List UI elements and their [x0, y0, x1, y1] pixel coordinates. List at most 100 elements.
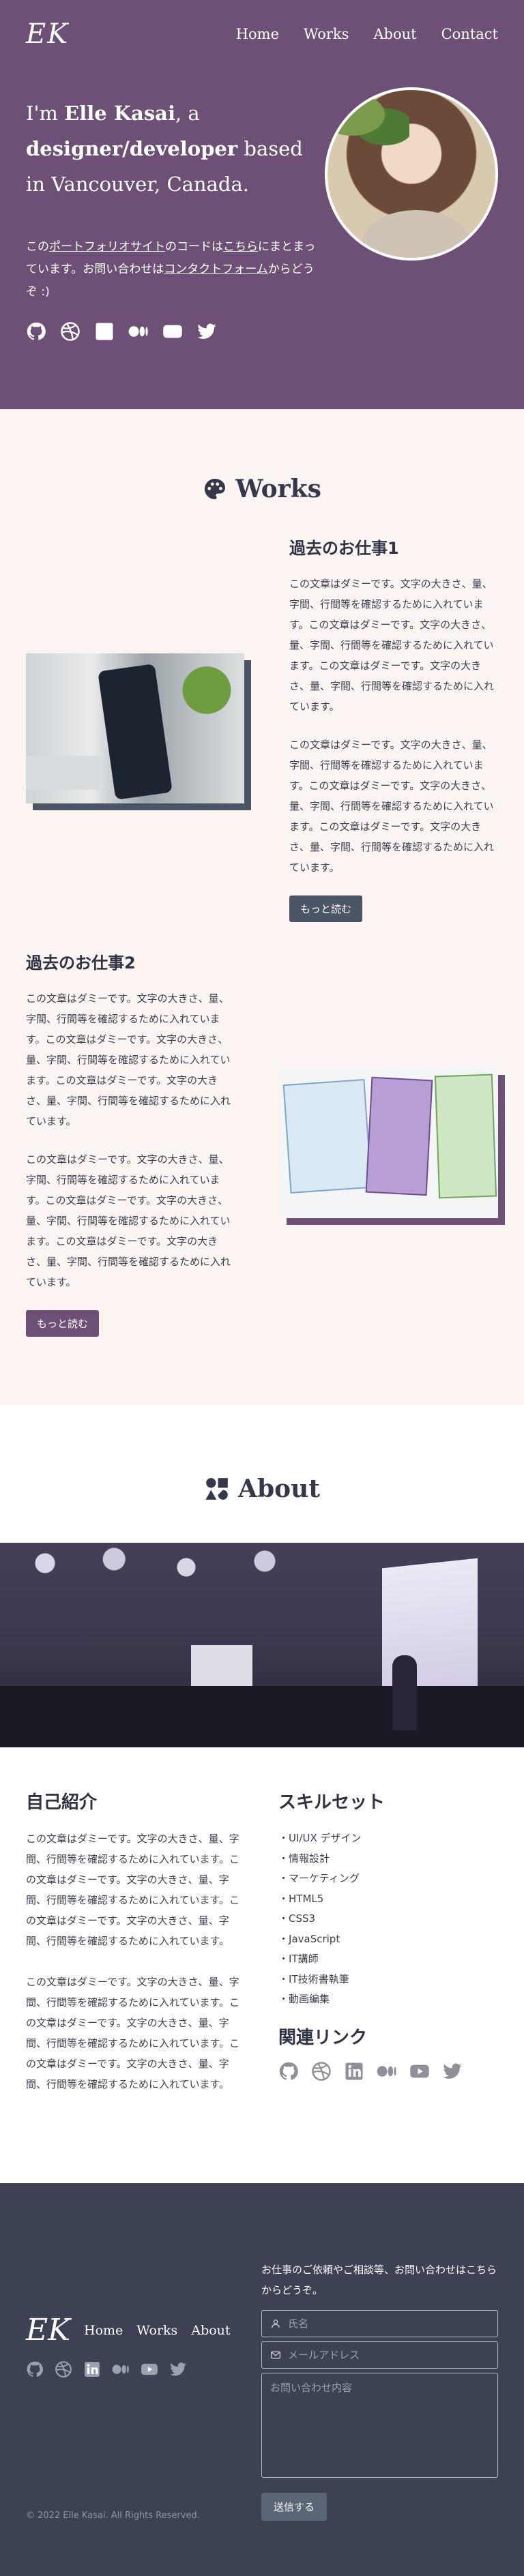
linkedin-icon[interactable] [344, 2061, 364, 2084]
phone-mockup [98, 664, 173, 800]
about-title: About [0, 1475, 524, 1503]
works-title: Works [26, 475, 498, 503]
hero-desc-text-2: のコードは [165, 240, 223, 254]
email-field [261, 2341, 498, 2369]
contact-form: お仕事のご依頼やご相談等、お問い合わせはこちらからどうぞ。 送信する [261, 2260, 498, 2521]
work-2-title: 過去のお仕事2 [26, 953, 136, 973]
name-input[interactable] [288, 2318, 489, 2330]
about-skills: スキルセット UI/UX デザイン 情報設計 マーケティング HTML5 CSS… [278, 1788, 498, 2115]
skill-item: JavaScript [278, 1929, 498, 1950]
audience-silhouettes [0, 1686, 524, 1747]
github-icon[interactable] [26, 2360, 44, 2381]
dribbble-icon[interactable] [60, 321, 81, 344]
work-2-paragraph-1: この文章はダミーです。文字の大きさ、量、字間、行間等を確認するために入れています… [26, 992, 231, 1127]
medium-icon[interactable] [128, 321, 149, 344]
linkedin-icon[interactable] [94, 321, 115, 344]
work-2-text: 過去のお仕事2 この文章はダミーです。文字の大きさ、量、字間、行間等を確認するた… [26, 949, 235, 1337]
portfolio-site-link[interactable]: ポートフォリオサイト [49, 240, 165, 254]
skill-item: マーケティング [278, 1869, 498, 1889]
hero-title-prefix: I'm [26, 102, 65, 125]
nav-contact-link[interactable]: Contact [441, 26, 498, 42]
copyright-text: © 2022 Elle Kasai. All Rights Reserved. [26, 2511, 200, 2521]
related-links-title: 関連リンク [278, 2027, 368, 2048]
nav-about-link[interactable]: About [373, 26, 416, 42]
work-1-title: 過去のお仕事1 [289, 539, 399, 558]
work-2-image [280, 1068, 505, 1225]
hero-social-links [26, 321, 319, 344]
hero-title-mid: , a [175, 102, 200, 125]
work-2-read-more-button[interactable]: もっと読む [26, 1310, 100, 1337]
email-input[interactable] [288, 2349, 489, 2361]
work-item-2: 過去のお仕事2 この文章はダミーです。文字の大きさ、量、字間、行間等を確認するた… [26, 949, 505, 1337]
skill-item: UI/UX デザイン [278, 1829, 498, 1849]
footer-about-link[interactable]: About [191, 2323, 230, 2338]
skill-item: 情報設計 [278, 1849, 498, 1869]
dribbble-icon[interactable] [55, 2360, 72, 2381]
work-1-read-more-button[interactable]: もっと読む [289, 895, 363, 922]
github-icon[interactable] [26, 321, 46, 344]
intro-title: 自己紹介 [26, 1792, 98, 1813]
work-item-1: 過去のお仕事1 この文章はダミーです。文字の大きさ、量、字間、行間等を確認するた… [26, 535, 498, 922]
about-header: About [0, 1405, 524, 1543]
linkedin-icon[interactable] [83, 2360, 101, 2381]
hero-title-name: Elle Kasai [64, 102, 175, 125]
related-links-icons [278, 2061, 498, 2084]
send-button[interactable]: 送信する [261, 2493, 328, 2521]
about-section: About 自己紹介 この文章はダミーです。文字の大きさ、量、字間、行間等を確認… [0, 1405, 524, 2183]
wireframe-sketch-1 [282, 1079, 373, 1194]
work-1-text: 過去のお仕事1 この文章はダミーです。文字の大きさ、量、字間、行間等を確認するた… [289, 535, 498, 922]
code-here-link[interactable]: こちら [223, 240, 258, 254]
skill-item: IT講師 [278, 1949, 498, 1970]
nav-home-link[interactable]: Home [236, 26, 279, 42]
skill-item: IT技術書執筆 [278, 1970, 498, 1990]
wireframe-sketch-3 [434, 1074, 497, 1199]
footer: EK Home Works About © 2022 Elle Kasai. A… [0, 2183, 524, 2576]
site-logo[interactable]: EK [26, 18, 69, 50]
user-icon [272, 2320, 280, 2328]
twitter-icon[interactable] [196, 321, 217, 344]
hero-body: I'm Elle Kasai, a designer/developer bas… [0, 53, 524, 344]
work-1-paragraph-2: この文章はダミーです。文字の大きさ、量、字間、行間等を確認するために入れています… [289, 739, 495, 874]
top-nav: EK Home Works About Contact [0, 0, 524, 53]
skill-item: HTML5 [278, 1889, 498, 1910]
twitter-icon[interactable] [442, 2061, 463, 2084]
youtube-icon[interactable] [409, 2061, 430, 2084]
dribbble-icon[interactable] [311, 2061, 332, 2084]
hero-desc-text-1: この [26, 240, 49, 254]
hero-text: I'm Elle Kasai, a designer/developer bas… [26, 95, 319, 344]
medium-icon[interactable] [377, 2061, 397, 2084]
skill-item: 動画編集 [278, 1989, 498, 2010]
footer-links: Home Works About [84, 2323, 231, 2338]
youtube-icon[interactable] [141, 2360, 158, 2381]
youtube-icon[interactable] [162, 321, 183, 344]
work-1-photo [26, 653, 244, 803]
works-title-text: Works [235, 475, 321, 503]
footer-brand-row: EK Home Works About [26, 2313, 231, 2348]
intro-paragraph-2: この文章はダミーです。文字の大きさ、量、字間、行間等を確認するために入れています… [26, 1976, 240, 2090]
plant-leaves [169, 653, 244, 715]
github-icon[interactable] [278, 2061, 299, 2084]
about-intro: 自己紹介 この文章はダミーです。文字の大きさ、量、字間、行間等を確認するために入… [26, 1788, 246, 2115]
skills-title: スキルセット [278, 1792, 385, 1813]
footer-works-link[interactable]: Works [136, 2323, 177, 2338]
work-1-image [26, 653, 251, 810]
twitter-icon[interactable] [169, 2360, 187, 2381]
work-2-paragraph-2: この文章はダミーです。文字の大きさ、量、字間、行間等を確認するために入れています… [26, 1153, 231, 1288]
footer-home-link[interactable]: Home [84, 2323, 123, 2338]
hero-section: EK Home Works About Contact I'm Elle Kas… [0, 0, 524, 409]
footer-logo[interactable]: EK [26, 2313, 70, 2348]
medium-icon[interactable] [112, 2360, 130, 2381]
message-textarea[interactable] [261, 2373, 498, 2478]
hero-description: このポートフォリオサイトのコードはこちらにまとまっています。お問い合わせはコンタ… [26, 236, 319, 304]
wireframe-sketch-2 [365, 1076, 433, 1196]
hero-title: I'm Elle Kasai, a designer/developer bas… [26, 95, 319, 202]
nav-links: Home Works About Contact [236, 26, 498, 42]
work-2-photo [280, 1068, 498, 1218]
contact-form-link[interactable]: コンタクトフォーム [164, 263, 268, 276]
nav-works-link[interactable]: Works [304, 26, 349, 42]
profile-photo [325, 87, 498, 261]
about-columns: 自己紹介 この文章はダミーです。文字の大きさ、量、字間、行間等を確認するために入… [0, 1747, 524, 2183]
palette-icon [205, 479, 226, 499]
hero-title-role: designer/developer [26, 137, 238, 160]
keyboard [26, 756, 101, 790]
